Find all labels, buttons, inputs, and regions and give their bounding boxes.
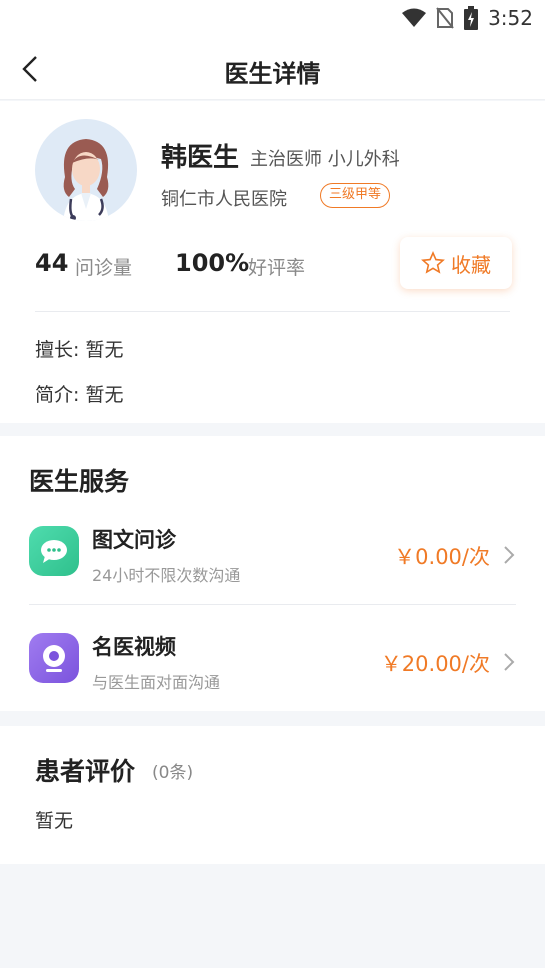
doctor-title-department: 主治医师 小儿外科 [250,149,400,170]
reviews-title: 患者评价 [35,757,136,786]
service-desc: 24小时不限次数沟通 [92,566,241,585]
video-camera-icon [29,633,79,683]
service-item-video-consult[interactable]: 名医视频 与医生面对面沟通 ￥20.00/次 [0,619,545,711]
hospital-grade-badge: 三级甲等 [320,183,391,208]
doctor-intro: 简介: 暂无 [35,384,124,406]
service-name: 名医视频 [92,635,176,659]
wifi-icon [402,8,427,27]
status-time: 3:52 [488,6,533,30]
consult-count-label: 问诊量 [75,257,133,279]
services-title: 医生服务 [29,467,130,496]
hospital-name: 铜仁市人民医院 [161,189,287,210]
service-name: 图文问诊 [92,528,176,552]
chevron-right-icon [504,546,515,564]
doctor-profile-card: 韩医生 主治医师 小儿外科 铜仁市人民医院 三级甲等 44 问诊量 100% 好… [0,101,545,423]
no-sim-icon [436,7,454,29]
page-title: 医生详情 [224,60,321,88]
rating-value: 100% [175,249,250,277]
nav-bar: 医生详情 [0,38,545,100]
chevron-right-icon [504,653,515,671]
service-item-text-consult[interactable]: 图文问诊 24小时不限次数沟通 ￥0.00/次 [0,512,545,604]
service-price: ￥20.00/次 [380,652,490,676]
service-price: ￥0.00/次 [394,545,490,569]
services-card: 医生服务 图文问诊 24小时不限次数沟通 ￥0.00/次 名医视频 与医生面对面… [0,436,545,711]
favorite-label: 收藏 [451,252,491,277]
chat-bubble-icon [29,526,79,576]
favorite-button[interactable]: 收藏 [400,237,512,289]
doctor-specialty: 擅长: 暂无 [35,339,124,361]
review-count: (0条) [152,763,194,783]
doctor-name: 韩医生 [161,143,240,173]
consult-count: 44 [35,249,69,277]
status-bar: 3:52 [0,0,545,38]
rating-label: 好评率 [248,257,306,279]
doctor-avatar [35,119,137,221]
service-desc: 与医生面对面沟通 [92,673,221,692]
divider [29,604,516,605]
star-icon [421,251,445,274]
battery-charging-icon [464,6,479,30]
divider [35,311,510,312]
reviews-card: 患者评价 (0条) 暂无 [0,726,545,864]
review-empty-text: 暂无 [35,810,74,832]
